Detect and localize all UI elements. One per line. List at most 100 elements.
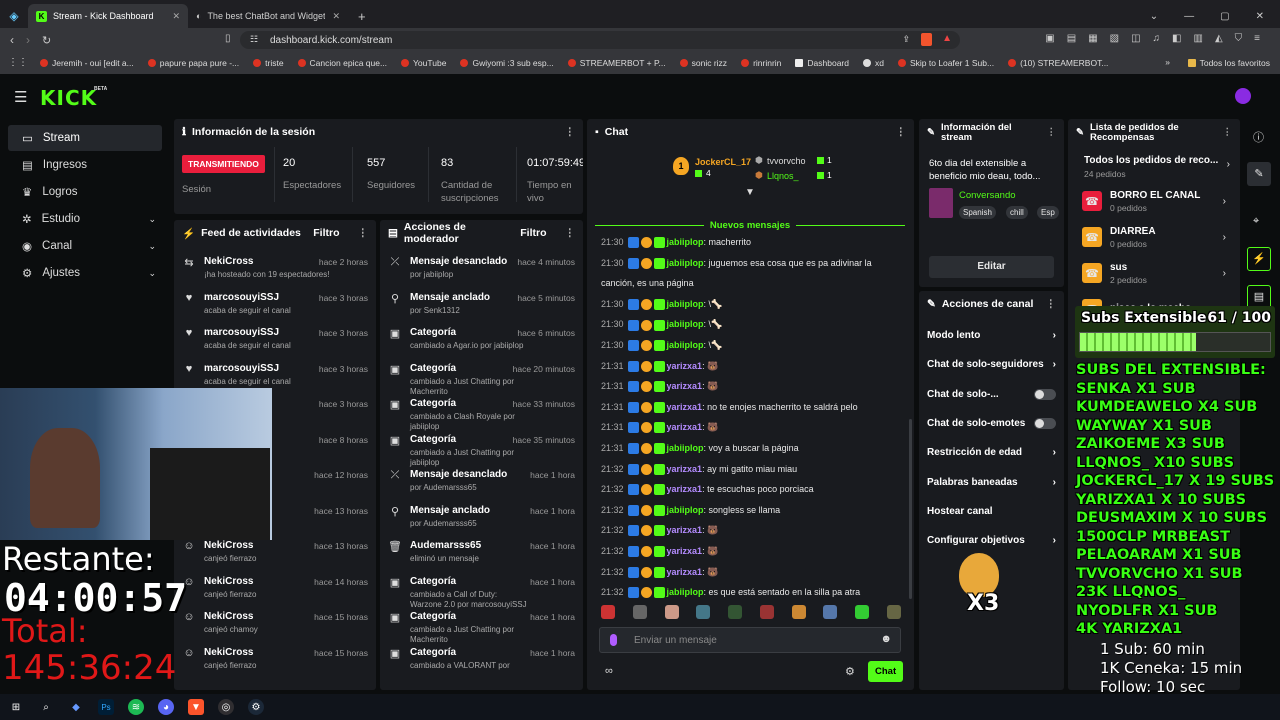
- bookmark-item[interactable]: Jeremih - oui [edit a...: [40, 58, 134, 68]
- channel-action-item[interactable]: Configurar objetivos ›: [919, 526, 1064, 555]
- apps-icon[interactable]: ⋮⋮: [8, 57, 28, 68]
- bookmark-item[interactable]: sonic rizz: [679, 58, 727, 68]
- pencil-icon[interactable]: ✎: [1247, 162, 1271, 186]
- chat-message[interactable]: 21:32 yarizxa1: 🐻: [587, 520, 905, 541]
- chat-username[interactable]: jabiiplop: [667, 443, 704, 453]
- site-info-icon[interactable]: ☷: [250, 34, 258, 45]
- reload-icon[interactable]: ↻: [42, 34, 51, 47]
- chat-messages[interactable]: 21:30 jabiiplop: macherrito 21:30 jabiiplop…: [587, 232, 905, 602]
- edit-button[interactable]: Editar: [929, 256, 1054, 278]
- sidebar-icon[interactable]: ◧: [1172, 33, 1181, 44]
- gifter-name[interactable]: Llqnos_: [767, 171, 799, 181]
- chat-input[interactable]: Enviar un mensaje ☻: [599, 627, 901, 653]
- chat-username[interactable]: yarizxa1: [667, 422, 703, 432]
- scrollbar[interactable]: [909, 419, 912, 599]
- steam-icon[interactable]: ⚙: [248, 699, 264, 715]
- chat-username[interactable]: jabiiplop: [667, 299, 704, 309]
- sidebar-item-ajustes[interactable]: ⚙ Ajustes ⌄: [8, 260, 162, 286]
- hamburger-icon[interactable]: ☰: [14, 88, 27, 106]
- bookmark-item[interactable]: Cancion epica que...: [297, 58, 387, 68]
- chat-message[interactable]: 21:31 jabiiplop: voy a buscar la página: [587, 438, 905, 459]
- search-tabs-icon[interactable]: ⌄: [1150, 11, 1158, 22]
- emote-icon[interactable]: [632, 605, 647, 619]
- brave-icon[interactable]: ▼: [188, 699, 204, 715]
- close-tab-icon[interactable]: ✕: [172, 11, 180, 22]
- bookmark-item[interactable]: (10) STREAMERBOT...: [1008, 58, 1108, 68]
- extension-icon[interactable]: ▥: [1194, 33, 1203, 44]
- channel-action-item[interactable]: Modo lento ›: [919, 321, 1064, 350]
- toggle-switch[interactable]: [1034, 418, 1056, 430]
- tab-kick-dashboard[interactable]: K Stream - Kick Dashboard ✕: [28, 4, 188, 28]
- bookmark-item[interactable]: xd: [863, 58, 884, 68]
- photoshop-icon[interactable]: Ps: [98, 699, 114, 715]
- tab-chatbot[interactable]: ◐ The best ChatBot and Widgets fo ✕: [188, 4, 348, 28]
- app-icon[interactable]: ◆: [68, 699, 84, 715]
- more-options-icon[interactable]: ⋮: [1046, 298, 1057, 310]
- category-name[interactable]: Conversando: [959, 190, 1016, 201]
- bookmark-item[interactable]: Gwiyomi :3 sub esp...: [460, 58, 554, 68]
- channel-action-item[interactable]: Chat de solo-emotes: [919, 409, 1064, 438]
- kick-logo[interactable]: KICK: [40, 86, 97, 110]
- chat-message[interactable]: 21:31 yarizxa1: 🐻: [587, 417, 905, 438]
- back-icon[interactable]: ‹: [10, 33, 14, 47]
- reward-item[interactable]: ☎ sus 2 pedidos ›: [1074, 255, 1234, 291]
- send-chat-button[interactable]: Chat: [868, 661, 904, 682]
- activity-user[interactable]: NekiCross: [204, 611, 258, 622]
- channel-action-item[interactable]: Chat de solo-seguidores ›: [919, 350, 1064, 379]
- reward-item[interactable]: ☎ DIARREA 0 pedidos ›: [1074, 219, 1234, 255]
- chat-message[interactable]: 21:30 jabiiplop: juguemos esa cosa que es…: [587, 253, 905, 274]
- user-avatar[interactable]: [1235, 88, 1251, 104]
- more-options-icon[interactable]: ⋮: [896, 126, 907, 138]
- activity-user[interactable]: NekiCross: [204, 540, 256, 551]
- chat-username[interactable]: jabiiplop: [667, 505, 704, 515]
- emote-icon[interactable]: [823, 605, 838, 619]
- music-icon[interactable]: ♫: [1153, 33, 1161, 44]
- chat-message[interactable]: 21:31 yarizxa1: 🐻: [587, 356, 905, 377]
- chat-message[interactable]: 21:32 jabiiplop: es que está sentado en l…: [587, 582, 905, 602]
- chat-message[interactable]: 21:30 jabiiplop: \🦴: [587, 294, 905, 315]
- channel-action-item[interactable]: Chat de solo-...: [919, 380, 1064, 409]
- chat-message[interactable]: 21:32 yarizxa1: te escuchas poco porciaca: [587, 479, 905, 500]
- activity-user[interactable]: marcosouyiSSJ: [204, 327, 291, 338]
- chat-username[interactable]: yarizxa1: [667, 464, 703, 474]
- vpn-icon[interactable]: ⛉: [1235, 33, 1243, 44]
- chat-username[interactable]: yarizxa1: [667, 402, 703, 412]
- channel-action-item[interactable]: Hostear canal: [919, 497, 1064, 526]
- discord-icon[interactable]: ◕: [158, 699, 174, 715]
- activity-user[interactable]: NekiCross: [204, 647, 256, 658]
- chat-username[interactable]: jabiiplop: [667, 237, 704, 247]
- close-tab-icon[interactable]: ✕: [332, 11, 340, 22]
- lightning-icon[interactable]: ⚡: [1247, 247, 1271, 271]
- bookmark-item[interactable]: YouTube: [401, 58, 446, 68]
- chat-username[interactable]: yarizxa1: [667, 361, 703, 371]
- chat-message[interactable]: 21:30 jabiiplop: \🦴: [587, 314, 905, 335]
- bookmark-item[interactable]: papure papa pure -...: [147, 58, 239, 68]
- forward-icon[interactable]: ›: [26, 33, 30, 47]
- bookmark-item[interactable]: Skip to Loafer 1 Sub...: [897, 58, 994, 68]
- collapse-icon[interactable]: ▼: [745, 187, 755, 198]
- tag[interactable]: Esp: [1037, 206, 1059, 219]
- chat-username[interactable]: yarizxa1: [667, 567, 703, 577]
- chat-username[interactable]: yarizxa1: [667, 546, 703, 556]
- chat-username[interactable]: jabiiplop: [667, 319, 704, 329]
- bookmarks-overflow-icon[interactable]: »: [1165, 57, 1170, 67]
- menu-icon[interactable]: ≡: [1254, 33, 1260, 44]
- sidebar-item-estudio[interactable]: ✲ Estudio ⌄: [8, 206, 162, 232]
- bookmark-icon[interactable]: ▯: [225, 33, 231, 44]
- tag[interactable]: chill: [1006, 206, 1028, 219]
- emote-icon[interactable]: [664, 605, 679, 619]
- chat-message[interactable]: 21:32 yarizxa1: 🐻: [587, 562, 905, 583]
- chat-message[interactable]: canción, es una página: [587, 273, 905, 294]
- bookmark-item[interactable]: STREAMERBOT + P...: [567, 58, 666, 68]
- chat-username[interactable]: yarizxa1: [667, 525, 703, 535]
- chat-username[interactable]: yarizxa1: [667, 381, 703, 391]
- obs-icon[interactable]: ◎: [218, 699, 234, 715]
- more-options-icon[interactable]: ⋮: [1047, 128, 1057, 138]
- share-icon[interactable]: ⇪: [902, 34, 910, 45]
- filter-button[interactable]: Filtro: [520, 227, 546, 239]
- spotify-icon[interactable]: ≋: [128, 699, 144, 715]
- bookmark-item[interactable]: Dashboard: [795, 58, 849, 68]
- more-options-icon[interactable]: ⋮: [565, 126, 576, 138]
- extension-icon[interactable]: ▧: [1110, 33, 1119, 44]
- toggle-switch[interactable]: [1034, 388, 1056, 400]
